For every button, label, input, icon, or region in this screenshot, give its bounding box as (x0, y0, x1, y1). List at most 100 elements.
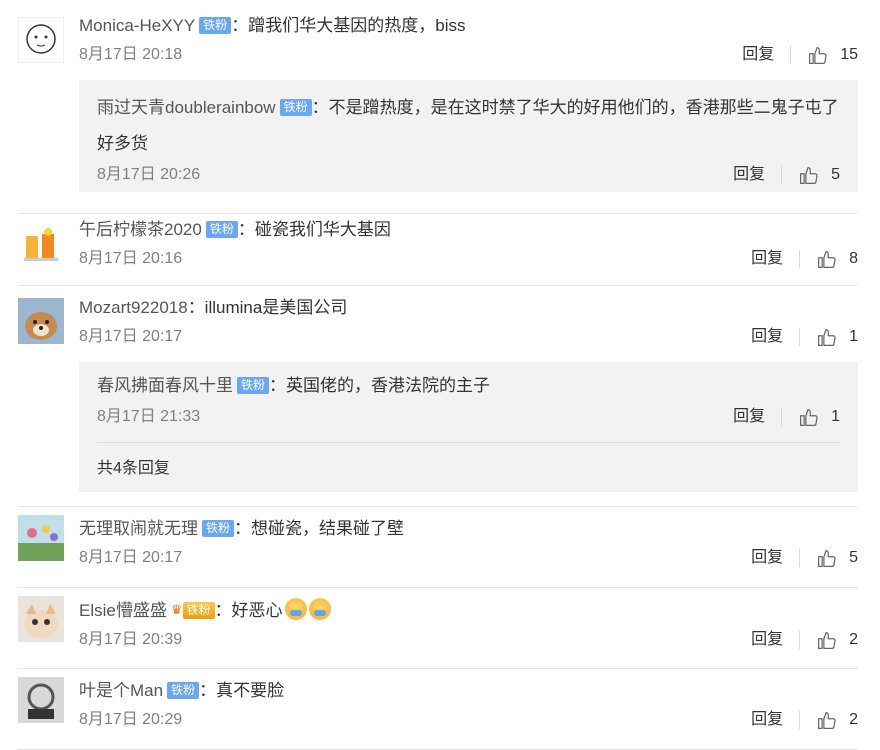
fan-badge[interactable]: 铁粉 (199, 17, 232, 34)
comment-meta: 8月17日 20:39 回复 2 (79, 623, 858, 657)
like-count: 8 (849, 250, 858, 267)
username-link[interactable]: 无理取闹就无理 (79, 519, 198, 538)
comment-item: 叶是个Man 铁粉 ：真不要脸 8月17日 20:29 回复 2 (18, 669, 858, 750)
comment-text-line: Mozart922018：illumina是美国公司 (79, 286, 858, 320)
like-button[interactable]: 5 (798, 158, 840, 192)
username-link[interactable]: 叶是个Man (79, 681, 163, 700)
reply-text-line: 春风拂面春风十里 铁粉 ：英国佬的，香港法院的主子 (97, 362, 840, 404)
comment-text: ：illumina是美国公司 (187, 298, 348, 317)
divider (781, 408, 783, 426)
username-link[interactable]: 春风拂面春风十里 (97, 376, 233, 395)
like-button[interactable]: 8 (816, 242, 858, 276)
like-button[interactable]: 1 (816, 320, 858, 354)
avatar[interactable] (18, 677, 64, 723)
fan-badge[interactable]: 铁粉 (202, 520, 235, 537)
comment-time: 8月17日 20:16 (79, 250, 183, 267)
reply-text-line: 雨过天青doublerainbow 铁粉 ：不是蹭热度，是在这时禁了华大的好用他们的… (97, 80, 840, 162)
reply-meta: 8月17日 21:33 回复 1 (97, 400, 840, 434)
comment-text: ：碰瓷我们华大基因 (237, 220, 391, 239)
view-all-replies-link[interactable]: 共4条回复 (97, 442, 840, 495)
username-link[interactable]: Mozart922018 (79, 298, 188, 317)
fan-badge[interactable]: 铁粉 (205, 221, 238, 238)
comment-item: 无理取闹就无理 铁粉 ：想碰瓷，结果碰了壁 8月17日 20:17 回复 5 (18, 507, 858, 588)
comment-item: 午后柠檬茶2020 铁粉 ：碰瓷我们华大基因 8月17日 20:16 回复 8 (18, 214, 858, 286)
like-count: 1 (831, 408, 840, 425)
crying-emoji-icon (308, 598, 331, 620)
reply-button[interactable]: 回复 (751, 242, 783, 276)
comment-item: Monica-HeXYY 铁粉 ：蹭我们华大基因的热度，biss 8月17日 20:… (18, 0, 858, 214)
sub-reply-box: 春风拂面春风十里 铁粉 ：英国佬的，香港法院的主子 8月17日 21:33 回复 1… (79, 362, 858, 492)
divider (799, 250, 801, 268)
comment-item: Elsie懵盛盛 ♛ 铁粉 ：好恶心 8月17日 20:39 回复 2 (18, 588, 858, 669)
comment-text: ：真不要脸 (199, 681, 285, 700)
comment-meta: 8月17日 20:17 回复 5 (79, 541, 858, 575)
comment-text: ：想碰瓷，结果碰了壁 (234, 519, 405, 538)
reply-button[interactable]: 回复 (751, 541, 783, 575)
comment-text: ：蹭我们华大基因的热度，biss (231, 16, 466, 35)
divider (799, 711, 801, 729)
like-button[interactable]: 15 (807, 38, 858, 72)
reply-time: 8月17日 21:33 (97, 408, 201, 425)
reply-button[interactable]: 回复 (751, 703, 783, 737)
comment-meta: 8月17日 20:18 回复 15 (79, 38, 858, 72)
divider (799, 631, 801, 649)
reply-meta: 8月17日 20:26 回复 5 (97, 158, 840, 192)
thumbs-up-icon (800, 408, 818, 426)
like-count: 5 (831, 166, 840, 183)
comment-text-line: 午后柠檬茶2020 铁粉 ：碰瓷我们华大基因 (79, 214, 858, 242)
thumbs-up-icon (809, 46, 827, 64)
crying-emoji-icon (284, 598, 307, 620)
like-count: 2 (849, 711, 858, 728)
like-count: 1 (849, 328, 858, 345)
reply-button[interactable]: 回复 (751, 320, 783, 354)
comment-text: ：好恶心 (214, 601, 283, 620)
username-link[interactable]: 雨过天青doublerainbow (97, 98, 276, 117)
username-link[interactable]: Elsie懵盛盛 (79, 601, 167, 620)
fan-badge[interactable]: 铁粉 (279, 99, 312, 116)
reply-button[interactable]: 回复 (742, 38, 774, 72)
like-button[interactable]: 2 (816, 703, 858, 737)
comment-text-line: 叶是个Man 铁粉 ：真不要脸 (79, 669, 858, 703)
like-button[interactable]: 5 (816, 541, 858, 575)
like-count: 2 (849, 631, 858, 648)
fan-badge[interactable]: 铁粉 (237, 377, 270, 394)
crown-icon: ♛ (170, 602, 183, 617)
username-link[interactable]: Monica-HeXYY (79, 16, 195, 35)
thumbs-up-icon (818, 711, 836, 729)
comment-text-line: Elsie懵盛盛 ♛ 铁粉 ：好恶心 (79, 588, 858, 623)
divider (790, 46, 792, 64)
comment-time: 8月17日 20:17 (79, 328, 183, 345)
thumbs-up-icon (818, 328, 836, 346)
comment-item: Mozart922018：illumina是美国公司 8月17日 20:17 回… (18, 286, 858, 507)
comment-time: 8月17日 20:18 (79, 46, 183, 63)
divider (799, 549, 801, 567)
avatar[interactable] (18, 220, 64, 266)
comment-time: 8月17日 20:17 (79, 549, 183, 566)
divider (781, 166, 783, 184)
comment-time: 8月17日 20:39 (79, 631, 183, 648)
avatar[interactable] (18, 515, 64, 561)
avatar[interactable] (18, 17, 64, 63)
comment-meta: 8月17日 20:29 回复 2 (79, 703, 858, 737)
reply-text: ：英国佬的，香港法院的主子 (269, 376, 491, 395)
sub-reply-box: 雨过天青doublerainbow 铁粉 ：不是蹭热度，是在这时禁了华大的好用他们的… (79, 80, 858, 192)
comment-meta: 8月17日 20:17 回复 1 (79, 320, 858, 354)
username-link[interactable]: 午后柠檬茶2020 (79, 220, 202, 239)
like-button[interactable]: 1 (798, 400, 840, 434)
comment-text-line: Monica-HeXYY 铁粉 ：蹭我们华大基因的热度，biss (79, 0, 858, 38)
fan-badge[interactable]: 铁粉 (182, 602, 215, 619)
comment-text-line: 无理取闹就无理 铁粉 ：想碰瓷，结果碰了壁 (79, 507, 858, 541)
reply-button[interactable]: 回复 (751, 623, 783, 657)
avatar[interactable] (18, 596, 64, 642)
thumbs-up-icon (818, 549, 836, 567)
reply-button[interactable]: 回复 (733, 158, 765, 192)
like-count: 5 (849, 549, 858, 566)
reply-button[interactable]: 回复 (733, 400, 765, 434)
comment-time: 8月17日 20:29 (79, 711, 183, 728)
avatar[interactable] (18, 298, 64, 344)
fan-badge[interactable]: 铁粉 (167, 682, 200, 699)
thumbs-up-icon (800, 166, 818, 184)
like-button[interactable]: 2 (816, 623, 858, 657)
reply-time: 8月17日 20:26 (97, 166, 201, 183)
thumbs-up-icon (818, 250, 836, 268)
